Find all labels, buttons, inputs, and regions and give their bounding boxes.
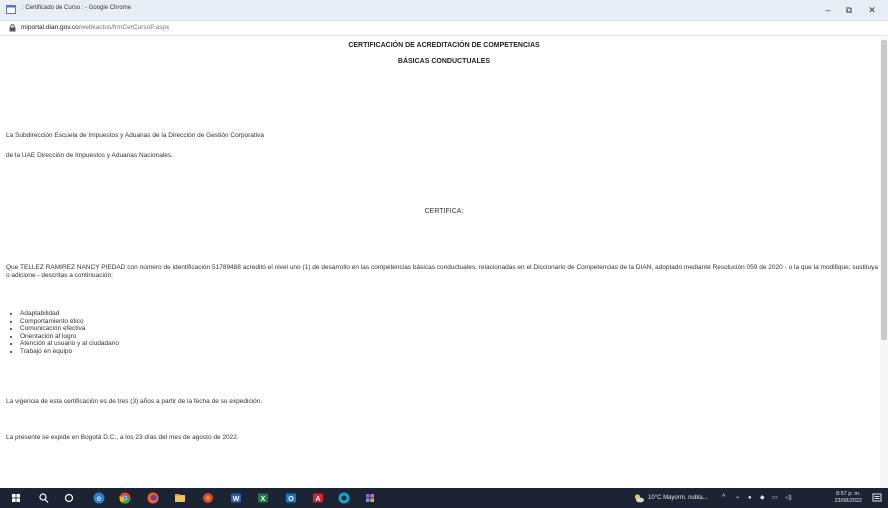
minimize-button[interactable]: – (818, 2, 838, 18)
list-item: Adaptabilidad (20, 310, 119, 318)
list-item: Orientación al logro (20, 333, 119, 341)
chrome-icon[interactable] (118, 491, 132, 505)
speaker-icon[interactable]: ◁) (785, 488, 792, 508)
excel-icon[interactable]: X (256, 491, 270, 505)
certificate-heading: CERTIFICACIÓN DE ACREDITACIÓN DE COMPETE… (348, 42, 540, 49)
intro-line-1: La Subdirección Escuela de Impuestos y A… (6, 132, 264, 139)
competencies-list: Adaptabilidad Comportamiento ético Comun… (6, 310, 119, 355)
intro-line-2: de la UAE Dirección de Impuestos y Aduan… (6, 152, 173, 159)
address-bar[interactable]: miportal.dian.gov.co/webkactus/frmCerCur… (0, 21, 888, 36)
app-icon[interactable] (201, 491, 215, 505)
validity-text: La vigencia de esta certificación es de … (6, 398, 263, 405)
word-icon[interactable]: W (229, 491, 243, 505)
certificate-subheading: BÁSICAS CONDUCTUALES (397, 58, 491, 65)
task-view-icon[interactable] (62, 491, 76, 505)
restore-button[interactable]: ⧉ (839, 2, 859, 18)
close-button[interactable]: ✕ (862, 2, 882, 18)
svg-text:O: O (288, 496, 294, 503)
network-icon[interactable]: ⌁ (736, 488, 740, 508)
weather-icon[interactable] (632, 491, 646, 505)
edge-icon[interactable]: e (92, 491, 106, 505)
certificate-body: Que TELLEZ RAMIREZ NANCY PIEDAD con núme… (6, 264, 878, 279)
taskbar: e W X O A 10°C Mayorm. nubla... ^ ⌁ ● ◆ … (0, 488, 888, 508)
list-item: Comunicación efectiva (20, 325, 119, 333)
outlook-icon[interactable]: O (284, 491, 298, 505)
scrollbar[interactable] (880, 36, 888, 488)
browser-window-icon (6, 5, 16, 14)
windows-start-icon[interactable] (9, 491, 23, 505)
teams-icon[interactable] (363, 491, 377, 505)
svg-text:e: e (97, 494, 102, 503)
edge-dev-icon[interactable] (337, 491, 351, 505)
issued-text: La presente se expide en Bogotá D.C., a … (6, 434, 239, 441)
url-text[interactable]: miportal.dian.gov.co/webkactus/frmCerCur… (21, 24, 169, 31)
system-clock[interactable]: 8:57 p. m. 23/08/2022 (834, 491, 862, 505)
acrobat-icon[interactable]: A (311, 491, 325, 505)
url-path: /webkactus/frmCerCursoP.aspx (78, 24, 170, 31)
page-content: CERTIFICACIÓN DE ACREDITACIÓN DE COMPETE… (0, 36, 888, 488)
file-explorer-icon[interactable] (173, 491, 187, 505)
search-icon[interactable] (37, 491, 51, 505)
display-icon[interactable]: ▭ (772, 488, 778, 508)
color-app-icon[interactable]: ◆ (760, 488, 765, 508)
clock-date: 23/08/2022 (834, 498, 862, 504)
list-item: Comportamiento ético (20, 318, 119, 326)
clock-time: 8:57 p. m. (836, 491, 861, 497)
url-host: miportal.dian.gov.co (21, 24, 79, 31)
lock-icon (9, 24, 16, 32)
firefox-icon[interactable] (146, 491, 160, 505)
weather-text[interactable]: 10°C Mayorm. nubla... (648, 488, 708, 508)
svg-text:W: W (233, 496, 240, 503)
svg-text:X: X (261, 496, 266, 503)
svg-text:A: A (315, 496, 320, 503)
browser-title-bar: : Certificado de Curso : - Google Chrome… (0, 0, 888, 21)
tray-app-icon[interactable]: ● (748, 488, 752, 508)
chevron-up-icon[interactable]: ^ (722, 488, 725, 508)
notifications-icon[interactable] (870, 491, 884, 505)
list-item: Trabajo en equipo (20, 348, 119, 356)
list-item: Atención al usuario y al ciudadano (20, 340, 119, 348)
certifica-label: CERTIFICA: (424, 208, 464, 215)
scrollbar-thumb[interactable] (881, 40, 887, 340)
window-title: : Certificado de Curso : - Google Chrome (22, 5, 132, 11)
